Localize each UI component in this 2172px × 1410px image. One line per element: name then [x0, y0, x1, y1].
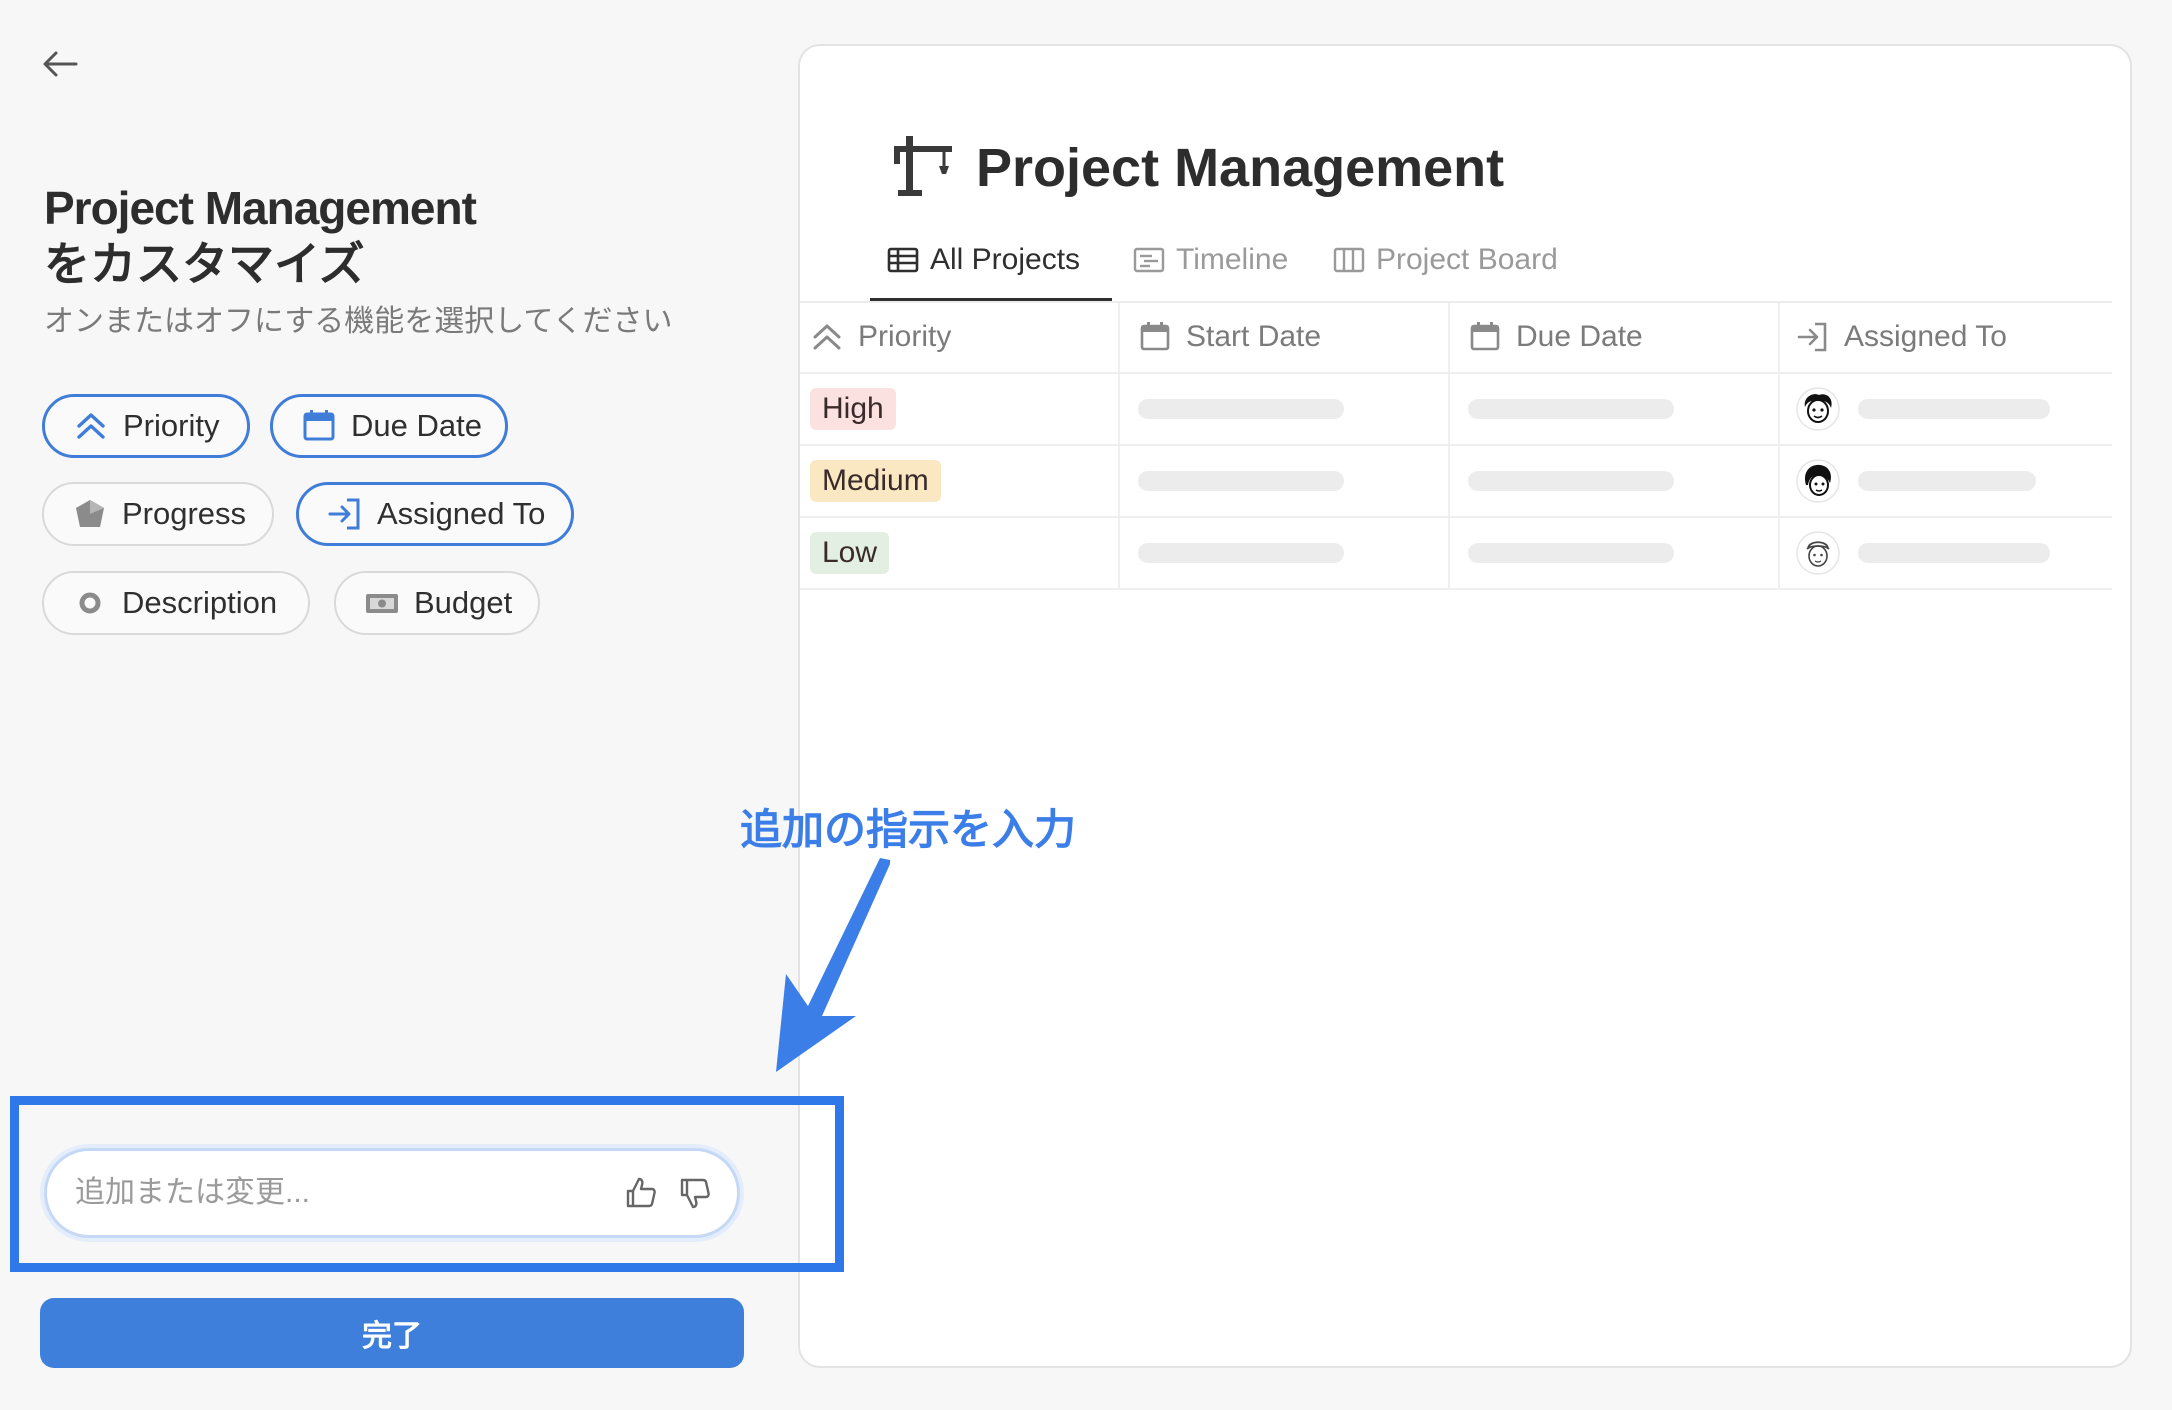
column-header-start-date[interactable]: Start Date [1120, 302, 1450, 372]
table-header-row: Priority Start Date Due Date Assigned To [800, 302, 2112, 374]
due-date-cell[interactable] [1450, 446, 1780, 516]
priority-tag-medium: Medium [810, 460, 941, 502]
thumbs-down-icon[interactable] [677, 1175, 713, 1211]
double-chevron-up-icon [77, 413, 105, 439]
placeholder-bar [1858, 543, 2050, 563]
table-icon [887, 247, 919, 273]
priority-tag-low: Low [810, 532, 890, 574]
placeholder-bar [1468, 399, 1674, 419]
column-header-assigned-to[interactable]: Assigned To [1780, 302, 2112, 372]
thumbs-up-icon[interactable] [623, 1175, 659, 1211]
page-subtitle: オンまたはオフにする機能を選択してください [44, 305, 673, 338]
calendar-icon [1470, 322, 1500, 351]
toggle-chip-description[interactable]: Description [42, 571, 310, 635]
tab-label: All Projects [930, 243, 1081, 276]
done-button[interactable]: 完了 [40, 1298, 744, 1368]
toggle-chip-priority[interactable]: Priority [42, 394, 250, 458]
assigned-to-cell[interactable] [1780, 446, 2112, 516]
toggle-chip-assigned-to[interactable]: Assigned To [296, 482, 574, 546]
toggle-chip-due-date[interactable]: Due Date [270, 394, 508, 458]
start-date-cell[interactable] [1120, 374, 1450, 444]
priority-cell[interactable]: Medium [800, 446, 1120, 516]
database-table: Priority Start Date Due Date Assigned To… [800, 302, 2112, 590]
banknote-icon [366, 594, 398, 613]
sign-in-icon [328, 498, 360, 530]
chip-label: Description [122, 585, 278, 620]
pentagon-icon [76, 500, 104, 527]
database-preview: Project Management All Projects Timeline… [798, 44, 2132, 1368]
due-date-cell[interactable] [1450, 518, 1780, 588]
assigned-to-cell[interactable] [1780, 518, 2112, 588]
calendar-icon [1140, 322, 1170, 351]
toggle-chip-budget[interactable]: Budget [334, 571, 540, 635]
timeline-icon [1133, 247, 1165, 273]
chip-label: Priority [123, 408, 220, 443]
priority-cell[interactable]: High [800, 374, 1120, 444]
avatar-icon [1796, 459, 1840, 503]
start-date-cell[interactable] [1120, 518, 1450, 588]
chip-label: Progress [122, 496, 247, 531]
tab-all-projects[interactable]: All Projects [886, 236, 1080, 284]
placeholder-bar [1468, 543, 1674, 563]
placeholder-bar [1858, 399, 2050, 419]
calendar-icon [303, 410, 335, 441]
column-header-due-date[interactable]: Due Date [1450, 302, 1780, 372]
table-row[interactable]: Medium [800, 446, 2112, 518]
start-date-cell[interactable] [1120, 446, 1450, 516]
avatar-icon [1796, 531, 1840, 575]
chip-label: Budget [414, 585, 513, 620]
placeholder-bar [1138, 543, 1344, 563]
placeholder-bar [1138, 471, 1344, 491]
tab-label: Timeline [1176, 243, 1289, 276]
database-title: Project Management [976, 138, 1505, 198]
avatar-icon [1796, 387, 1840, 431]
tab-label: Project Board [1376, 243, 1558, 276]
priority-tag-high: High [810, 388, 896, 430]
priority-cell[interactable]: Low [800, 518, 1120, 588]
chip-label: Assigned To [377, 496, 546, 531]
tab-project-board[interactable]: Project Board [1332, 236, 1558, 284]
double-chevron-up-icon [813, 324, 841, 350]
prompt-input[interactable] [73, 1175, 605, 1211]
placeholder-bar [1858, 471, 2036, 491]
toggle-chip-progress[interactable]: Progress [42, 482, 274, 546]
annotation-arrow-icon [776, 858, 890, 1072]
arrow-left-icon [43, 51, 78, 77]
placeholder-bar [1138, 399, 1344, 419]
assigned-to-cell[interactable] [1780, 374, 2112, 444]
due-date-cell[interactable] [1450, 374, 1780, 444]
page-title-suffix: をカスタマイズ [44, 238, 365, 290]
back-button[interactable] [40, 48, 80, 80]
table-row[interactable]: High [800, 374, 2112, 446]
column-header-label: Assigned To [1844, 320, 2007, 353]
column-header-label: Start Date [1186, 320, 1322, 353]
crane-icon [894, 136, 952, 196]
board-icon [1333, 247, 1365, 273]
column-header-label: Due Date [1516, 320, 1643, 353]
table-row[interactable]: Low [800, 518, 2112, 590]
tab-timeline[interactable]: Timeline [1132, 236, 1288, 284]
column-header-priority[interactable]: Priority [800, 302, 1120, 372]
column-header-label: Priority [858, 320, 952, 353]
page-title: Project Management [44, 182, 477, 234]
circle-icon [79, 592, 101, 614]
chip-label: Due Date [351, 408, 482, 443]
sign-in-icon [1797, 322, 1827, 352]
annotation-label: 追加の指示を入力 [740, 806, 1077, 853]
placeholder-bar [1468, 471, 1674, 491]
prompt-input-container [44, 1148, 740, 1238]
